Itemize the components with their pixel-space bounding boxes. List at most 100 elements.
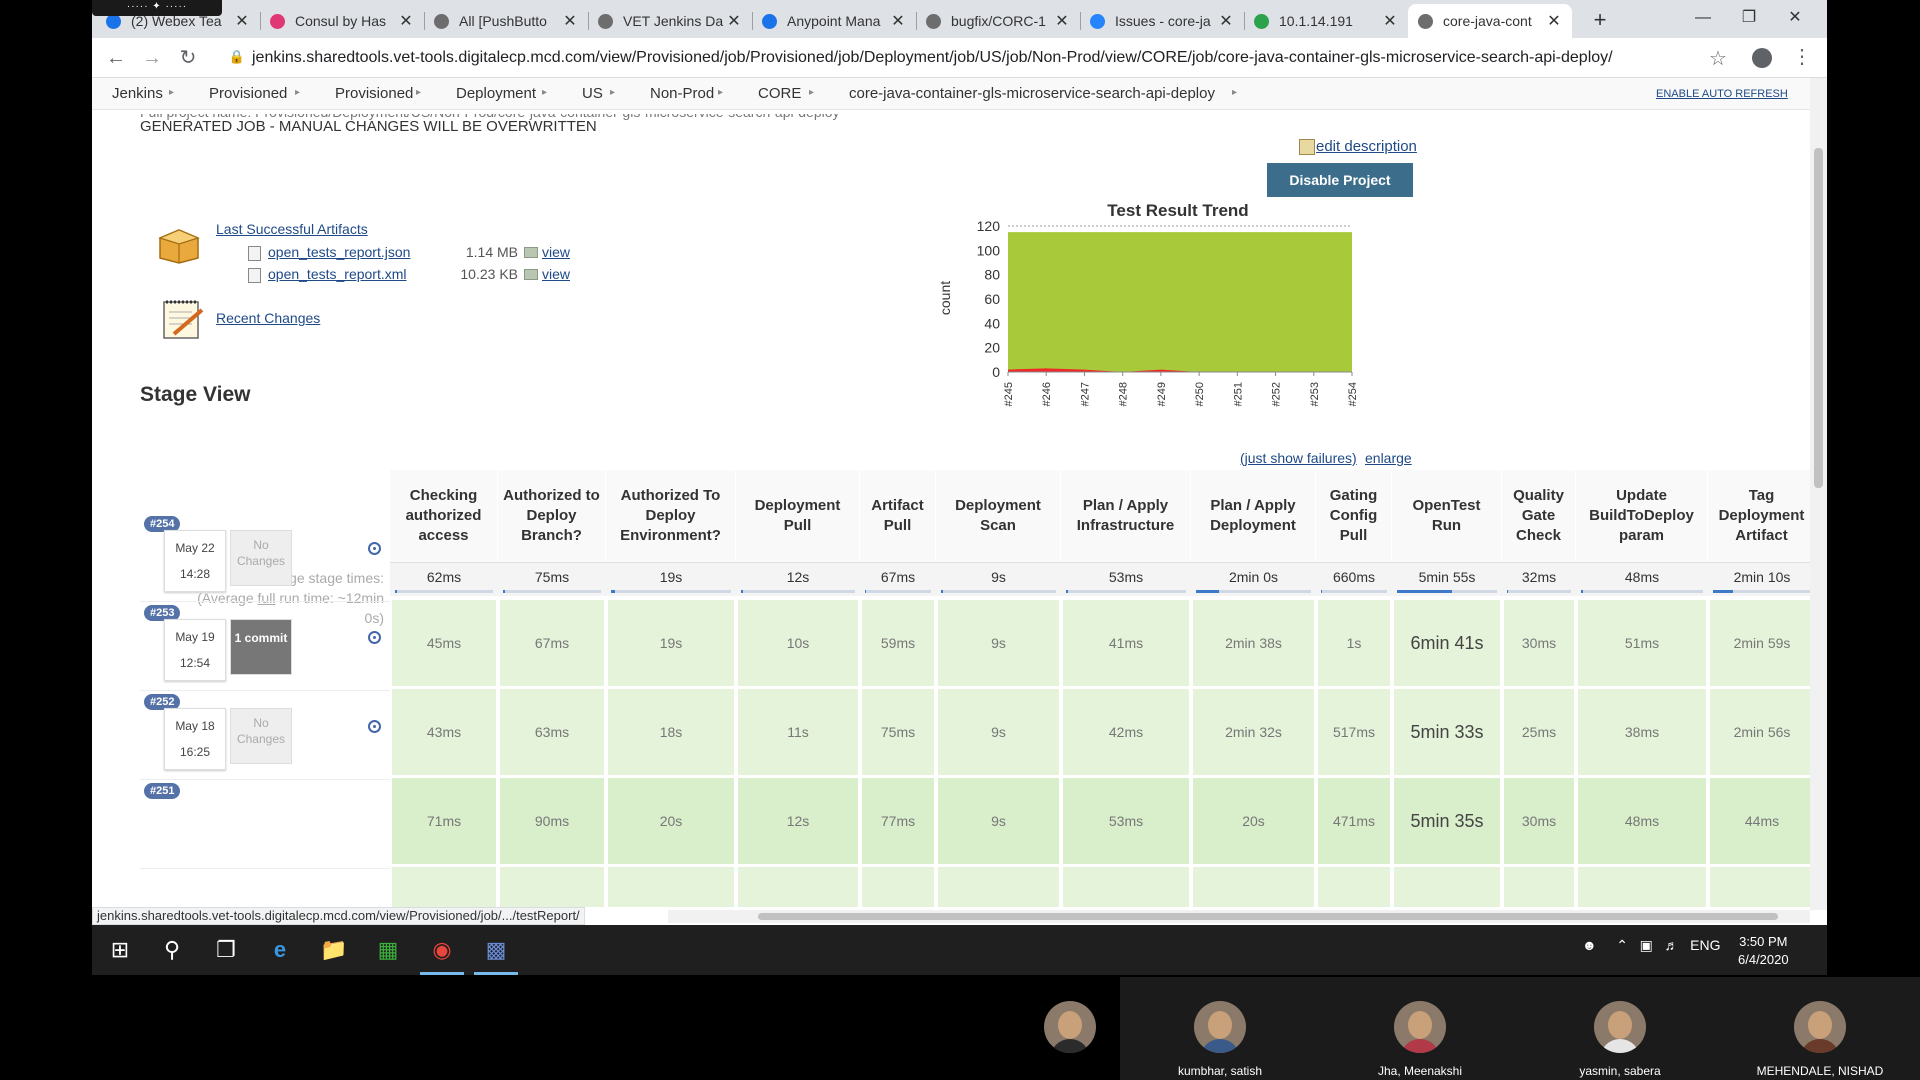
stage-run-cell[interactable] [392, 867, 496, 907]
task-view-icon[interactable]: ❐ [210, 934, 242, 966]
notepad-plus-icon[interactable]: ▦ [372, 934, 404, 966]
horizontal-scroll-thumb[interactable] [758, 913, 1778, 920]
breadcrumb-item[interactable]: CORE [758, 85, 801, 102]
chevron-right-icon[interactable]: ▸ [416, 87, 421, 98]
stage-run-cell[interactable]: 2min 38s [1193, 600, 1314, 686]
stage-run-cell[interactable]: 5min 33s [1394, 689, 1500, 775]
browser-tab[interactable]: All [PushButto ✕ [424, 4, 588, 38]
chevron-right-icon[interactable]: ▸ [718, 87, 723, 98]
network-icon[interactable]: ▣ [1640, 937, 1653, 953]
stage-run-cell[interactable]: 48ms [1578, 778, 1706, 864]
stage-run-cell[interactable]: 59ms [862, 600, 934, 686]
stage-run-cell[interactable] [1394, 867, 1500, 907]
stage-run-cell[interactable] [608, 867, 734, 907]
stage-run-cell[interactable]: 10s [738, 600, 858, 686]
view-link[interactable]: view [542, 244, 570, 260]
stage-run-cell[interactable]: 53ms [1063, 778, 1189, 864]
close-icon[interactable]: ✕ [234, 11, 250, 31]
stage-run-cell[interactable]: 2min 59s [1710, 600, 1810, 686]
new-tab-button[interactable]: + [1586, 6, 1614, 34]
stage-run-cell[interactable] [1318, 867, 1390, 907]
chevron-right-icon[interactable]: ▸ [542, 87, 547, 98]
language-indicator[interactable]: ENG [1690, 937, 1720, 953]
fingerprint-icon[interactable] [524, 269, 538, 280]
chrome-menu-icon[interactable]: ⋮ [1792, 44, 1812, 69]
lock-icon[interactable]: 🔒 [227, 47, 247, 67]
stage-run-cell[interactable] [1578, 867, 1706, 907]
stage-run-cell[interactable]: 43ms [392, 689, 496, 775]
browser-tab[interactable]: Anypoint Mana ✕ [752, 4, 916, 38]
fingerprint-icon[interactable] [524, 247, 538, 258]
stage-run-cell[interactable]: 44ms [1710, 778, 1810, 864]
close-icon[interactable]: ✕ [562, 11, 578, 31]
stage-run-cell[interactable]: 41ms [1063, 600, 1189, 686]
build-info-icon[interactable] [368, 631, 381, 644]
stage-run-cell[interactable]: 5min 35s [1394, 778, 1500, 864]
browser-tab[interactable]: bugfix/CORC-1 ✕ [916, 4, 1080, 38]
breadcrumb-item[interactable]: core-java-container-gls-microservice-sea… [849, 85, 1215, 102]
stage-run-cell[interactable]: 30ms [1504, 600, 1574, 686]
back-button[interactable]: ← [104, 46, 128, 70]
stage-run-cell[interactable]: 77ms [862, 778, 934, 864]
stage-run-cell[interactable]: 90ms [500, 778, 604, 864]
chevron-right-icon[interactable]: ▸ [610, 87, 615, 98]
participant-tile[interactable]: MEHENDALE, NISHAD [1720, 977, 1920, 1080]
stage-run-cell[interactable]: 20s [1193, 778, 1314, 864]
stage-run-cell[interactable] [1193, 867, 1314, 907]
participant-tile[interactable]: Jha, Meenakshi [1320, 977, 1520, 1080]
stage-run-cell[interactable]: 9s [938, 778, 1059, 864]
stage-run-cell[interactable]: 45ms [392, 600, 496, 686]
chrome-icon[interactable]: ◉ [426, 934, 458, 966]
stage-run-cell[interactable]: 471ms [1318, 778, 1390, 864]
stage-run-cell[interactable] [1504, 867, 1574, 907]
breadcrumb-item[interactable]: Deployment [456, 85, 536, 102]
stage-run-cell[interactable]: 12s [738, 778, 858, 864]
just-show-failures-link[interactable]: (just show failures) [1240, 450, 1357, 466]
close-icon[interactable]: ✕ [1546, 11, 1562, 31]
horizontal-scrollbar[interactable] [668, 910, 1810, 923]
chevron-right-icon[interactable]: ▸ [169, 87, 174, 98]
stage-run-cell[interactable] [500, 867, 604, 907]
url-field[interactable]: jenkins.sharedtools.vet-tools.digitalecp… [252, 44, 1613, 72]
breadcrumb-item[interactable]: Non-Prod [650, 85, 714, 102]
close-icon[interactable]: ✕ [890, 11, 906, 31]
chevron-right-icon[interactable]: ▸ [295, 87, 300, 98]
restore-button[interactable]: ❐ [1726, 4, 1772, 32]
browser-tab[interactable]: core-java-cont ✕ [1408, 4, 1572, 38]
build-commits-button[interactable]: 1 commit [230, 619, 292, 675]
view-link[interactable]: view [542, 266, 570, 282]
stage-run-cell[interactable]: 71ms [392, 778, 496, 864]
edit-description-link[interactable]: edit description [1300, 138, 1417, 155]
network-app-icon[interactable]: ▩ [480, 934, 512, 966]
build-info-icon[interactable] [368, 542, 381, 555]
close-icon[interactable]: ✕ [398, 11, 414, 31]
stage-run-cell[interactable]: 11s [738, 689, 858, 775]
enlarge-link[interactable]: enlarge [1365, 450, 1412, 466]
participant-tile[interactable]: kumbhar, satish [1120, 977, 1320, 1080]
browser-tab[interactable]: Consul by Has ✕ [260, 4, 424, 38]
vertical-scroll-thumb[interactable] [1814, 148, 1823, 488]
stage-run-cell[interactable]: 1s [1318, 600, 1390, 686]
stage-run-cell[interactable] [1063, 867, 1189, 907]
stage-run-cell[interactable]: 6min 41s [1394, 600, 1500, 686]
close-icon[interactable]: ✕ [1054, 11, 1070, 31]
chevron-right-icon[interactable]: ▸ [809, 87, 814, 98]
minimize-button[interactable]: — [1680, 4, 1726, 32]
windows-start-icon[interactable]: ⊞ [104, 934, 136, 966]
stage-run-cell[interactable]: 75ms [862, 689, 934, 775]
stage-run-cell[interactable]: 67ms [500, 600, 604, 686]
bookmark-star-icon[interactable]: ☆ [1709, 46, 1727, 71]
breadcrumb-item[interactable]: Provisioned [335, 85, 413, 102]
breadcrumb-item[interactable]: Provisioned [209, 85, 287, 102]
stage-run-cell[interactable]: 25ms [1504, 689, 1574, 775]
stage-run-cell[interactable]: 18s [608, 689, 734, 775]
browser-tab[interactable]: VET Jenkins Da ✕ [588, 4, 752, 38]
person-icon[interactable]: ☻ [1582, 937, 1597, 953]
stage-run-cell[interactable]: 38ms [1578, 689, 1706, 775]
stage-run-cell[interactable]: 20s [608, 778, 734, 864]
stage-run-cell[interactable]: 517ms [1318, 689, 1390, 775]
artifact-link[interactable]: open_tests_report.json [268, 244, 410, 260]
recent-changes-link[interactable]: Recent Changes [216, 310, 320, 326]
stage-run-cell[interactable]: 42ms [1063, 689, 1189, 775]
build-info-icon[interactable] [368, 720, 381, 733]
